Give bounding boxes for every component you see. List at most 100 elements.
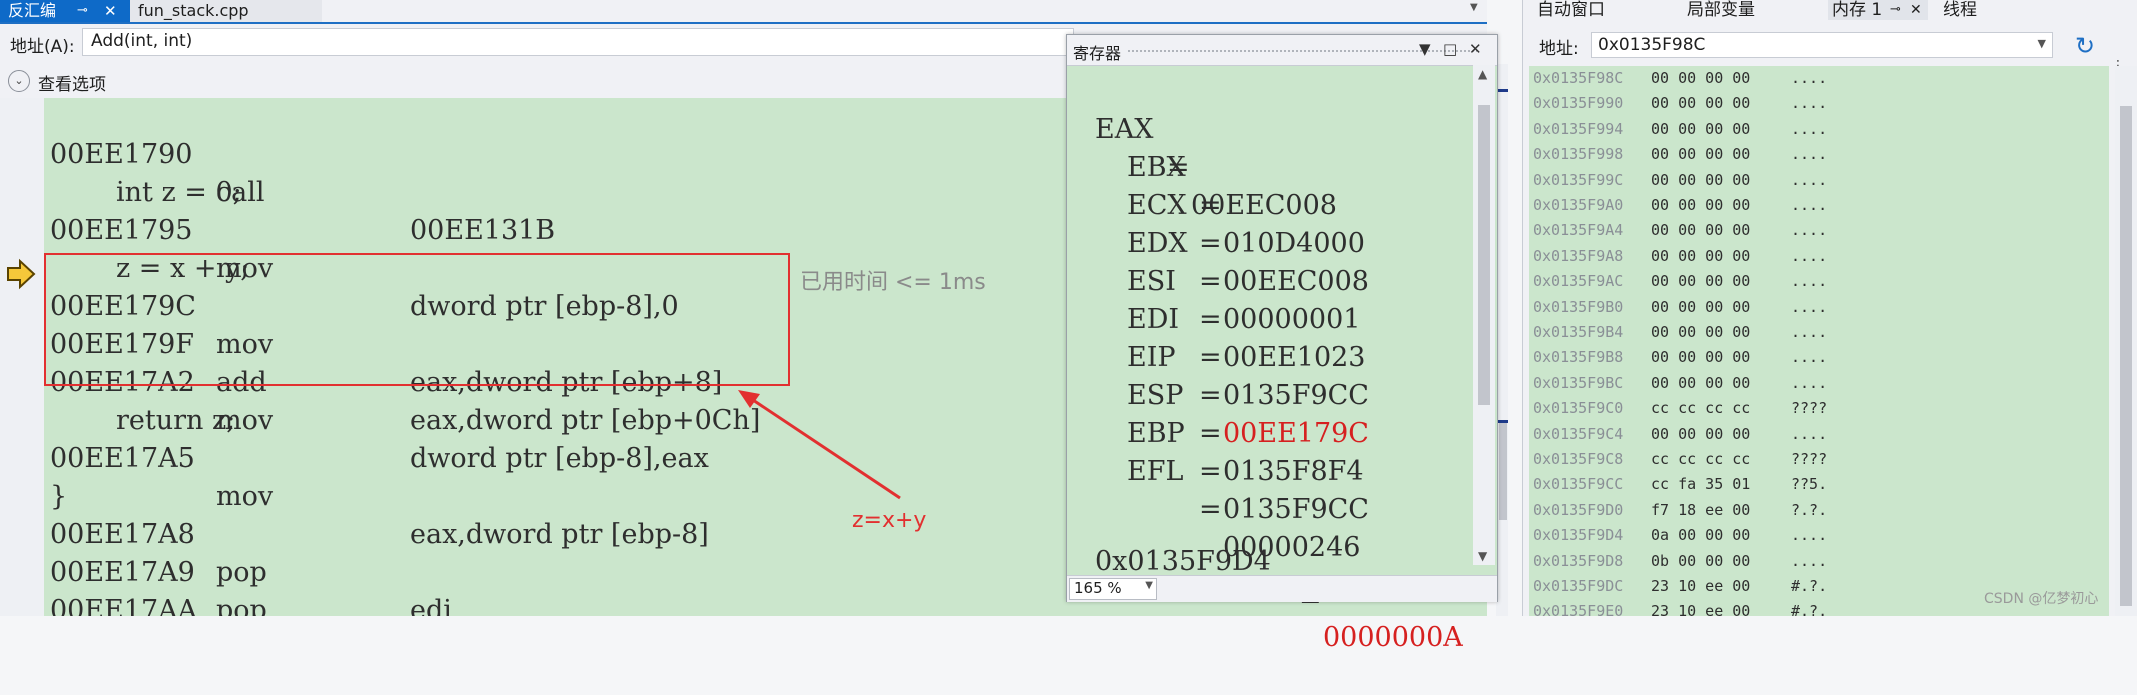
effective-address-row[interactable]: 0x0135F9D4 = 0000000A: [1095, 505, 1463, 653]
tab-memory-1[interactable]: 内存 1 ⊸ ✕: [1828, 0, 1928, 20]
memory-address: 0x0135F9C0: [1533, 399, 1624, 418]
memory-ascii: #.?.: [1791, 602, 1828, 616]
memory-bytes: 00 00 00 00: [1651, 221, 1751, 240]
current-instruction-arrow-icon: [7, 258, 36, 290]
memory-address: 0x0135F9A0: [1533, 196, 1624, 214]
memory-address: 0x0135F99C: [1533, 170, 1624, 189]
tab-autos[interactable]: 自动窗口: [1537, 0, 1605, 20]
memory-address-input[interactable]: 0x0135F98C ▼: [1591, 32, 2053, 58]
tab-locals[interactable]: 局部变量: [1687, 0, 1755, 20]
asm-opcode: pop: [216, 557, 267, 588]
register-row[interactable]: ECX = 00EEC008: [1127, 149, 1369, 297]
memory-ascii: #.?.: [1791, 577, 1828, 595]
memory-address: 0x0135F9B0: [1533, 297, 1624, 316]
asm-line[interactable]: 00EE17A5 mov eax,dword ptr [ebp-8]: [50, 402, 709, 550]
register-row[interactable]: EFL = 00000246: [1127, 415, 1360, 563]
asm-line[interactable]: 00EE17A9 pop esi: [50, 516, 267, 616]
registers-title-bar[interactable]: 寄存器 ▼ □ ✕: [1067, 35, 1497, 66]
view-options-toggle[interactable]: 查看选项: [38, 70, 106, 95]
effective-value: 0000000A: [1323, 622, 1463, 653]
tab-threads[interactable]: 线程: [1943, 0, 1977, 20]
document-tab-strip: 反汇编 ⊸ ✕ fun_stack.cpp ▼ ⚙: [0, 0, 1487, 24]
pin-icon[interactable]: ⊸: [1890, 0, 1901, 20]
asm-operand: eax,dword ptr [ebp-8]: [410, 519, 709, 550]
tab-list-dropdown-icon[interactable]: ▼: [1470, 2, 1484, 16]
register-value: 010D4000: [1223, 228, 1365, 259]
register-row[interactable]: EBP = 0135F9CC: [1127, 377, 1369, 525]
registers-scrollbar[interactable]: ▲ ▼: [1473, 65, 1495, 565]
close-icon[interactable]: ✕: [1469, 40, 1482, 58]
tab-disassembly[interactable]: 反汇编 ⊸ ✕: [0, 0, 130, 22]
memory-bytes: 00 00 00 00: [1651, 94, 1751, 113]
memory-address: 0x0135F9D0: [1533, 500, 1624, 519]
source-line[interactable]: int z = 0;: [50, 136, 242, 208]
memory-address: 0x0135F990: [1533, 94, 1624, 113]
register-row[interactable]: ESI = 00EE1023: [1127, 225, 1366, 373]
memory-ascii: ....: [1791, 526, 1828, 545]
equals-sign: =: [1199, 228, 1222, 259]
asm-line[interactable]: 00EE1795 mov dword ptr [ebp-8],0: [50, 174, 679, 322]
asm-line[interactable]: 00EE1790 call 00EE131B: [50, 98, 555, 246]
memory-bytes: f7 18 ee 00: [1651, 500, 1751, 519]
memory-ascii: ?.?.: [1791, 500, 1828, 519]
zoom-select[interactable]: 165 % ▼: [1069, 578, 1157, 600]
window-menu-dropdown-icon[interactable]: ▼: [1419, 40, 1431, 58]
close-icon[interactable]: ✕: [1910, 0, 1922, 20]
address-input[interactable]: Add(int, int): [82, 28, 1074, 56]
memory-bytes: 00 00 00 00: [1651, 246, 1751, 265]
asm-operand: eax,dword ptr [ebp+0Ch]: [410, 405, 761, 436]
source-line[interactable]: }: [50, 440, 102, 512]
source-line[interactable]: z = x + y;: [50, 212, 249, 284]
scroll-down-icon[interactable]: ▼: [1478, 549, 1487, 563]
register-row[interactable]: EIP = 00EE179C: [1127, 301, 1369, 449]
scrollbar-thumb[interactable]: [1478, 105, 1490, 405]
memory-address-label: 地址:: [1539, 39, 1579, 59]
memory-address: 0x0135F9E0: [1533, 602, 1624, 616]
register-row[interactable]: EAX = 00EEC008: [1095, 73, 1337, 221]
asm-line[interactable]: 00EE17A8 pop edi: [50, 478, 452, 616]
equals-sign: =: [1199, 190, 1222, 221]
scroll-up-icon[interactable]: ▲: [1478, 67, 1487, 81]
memory-bytes: 00 00 00 00: [1651, 348, 1751, 367]
memory-bytes: cc fa 35 01: [1651, 475, 1751, 494]
registers-title: 寄存器: [1073, 44, 1122, 63]
register-row[interactable]: ESP = 0135F8F4: [1127, 339, 1364, 487]
chevron-down-icon: ▼: [1145, 580, 1153, 591]
equals-sign: =: [1199, 342, 1222, 373]
register-row[interactable]: EDX = 00000001: [1127, 187, 1360, 335]
close-icon[interactable]: ✕: [104, 0, 117, 22]
memory-bytes: cc cc cc cc: [1651, 399, 1751, 418]
equals-sign: =: [1199, 380, 1222, 411]
refresh-icon[interactable]: ↻: [2075, 32, 2095, 60]
register-row[interactable]: EBX = 010D4000: [1127, 111, 1365, 259]
memory-ascii: ....: [1791, 69, 1828, 87]
memory-ascii: ....: [1791, 424, 1828, 443]
chevron-down-icon[interactable]: ▼: [2038, 37, 2046, 50]
maximize-icon[interactable]: □: [1443, 40, 1457, 58]
annotation-label: z=x+y: [852, 508, 927, 533]
address-input-value: Add(int, int): [91, 31, 193, 51]
register-row[interactable]: EDI = 0135F9CC: [1127, 263, 1369, 411]
scrollbar-thumb[interactable]: [1499, 420, 1507, 520]
memory-address: 0x0135F9B8: [1533, 348, 1624, 367]
watermark: CSDN @亿梦初心: [1984, 591, 2099, 607]
memory-bytes: 00 00 00 00: [1651, 69, 1751, 87]
pin-icon[interactable]: ⊸: [77, 0, 88, 22]
memory-pane: 自动窗口 局部变量 内存 1 ⊸ ✕ 线程 地址: 0x0135F98C ▼ ↻…: [1522, 0, 2137, 616]
asm-line[interactable]: 00EE17AA pop ebx: [50, 554, 197, 616]
tab-fun-stack-cpp[interactable]: fun_stack.cpp: [130, 0, 322, 22]
asm-address: 00EE17AA: [50, 595, 198, 616]
memory-bytes: 00 00 00 00: [1651, 323, 1751, 341]
scrollbar-thumb[interactable]: [2120, 106, 2132, 606]
equals-sign: =: [1199, 266, 1222, 297]
memory-scrollbar[interactable]: [2115, 66, 2137, 616]
memory-bytes: 00 00 00 00: [1651, 119, 1751, 138]
memory-bytes: 00 00 00 00: [1651, 297, 1751, 316]
memory-ascii: ....: [1791, 551, 1828, 570]
chevron-down-icon[interactable]: ⌄: [8, 70, 30, 92]
breakpoint-gutter[interactable]: [0, 98, 44, 616]
register-value: 0135F9CC: [1223, 494, 1369, 525]
memory-bytes: 0b 00 00 00: [1651, 551, 1751, 570]
register-value: 0135F8F4: [1223, 456, 1364, 487]
equals-sign: =: [1199, 456, 1222, 487]
